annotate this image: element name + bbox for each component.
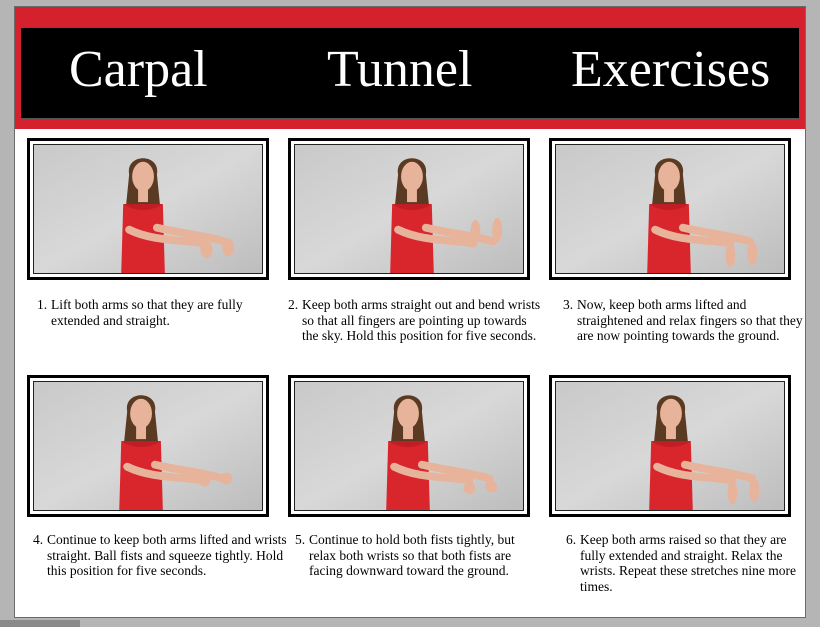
exercise-caption-6: 6. Keep both arms raised so that they are… [566,532,806,594]
photo-6 [555,381,785,511]
step-text: Continue to keep both arms lifted and wr… [47,532,287,578]
step-number: 5. [295,532,306,547]
exercise-caption-5: 5. Continue to hold both fists tightly, b… [295,532,545,579]
exercise-photo-1 [27,138,269,280]
step-number: 2. [288,297,299,312]
step-number: 6. [566,532,577,547]
exercise-photo-6 [549,375,791,517]
exercise-caption-2: 2. Keep both arms straight out and bend w… [288,297,542,344]
step-text: Now, keep both arms lifted and straighte… [577,297,803,343]
exercise-caption-3: 3. Now, keep both arms lifted and straigh… [563,297,805,344]
exercise-photo-2 [288,138,530,280]
step-text: Keep both arms raised so that they are f… [580,532,796,594]
exercise-caption-4: 4. Continue to keep both arms lifted and … [33,532,289,579]
photo-5 [294,381,524,511]
exercise-caption-1: 1. Lift both arms so that they are fully … [37,297,289,328]
title-bar: Carpal Tunnel Exercises [21,27,799,119]
photo-3 [555,144,785,274]
step-text: Lift both arms so that they are fully ex… [51,297,243,328]
title-word-carpal: Carpal [69,41,208,98]
step-text: Keep both arms straight out and bend wri… [302,297,541,343]
title-word-tunnel: Tunnel [327,41,473,98]
photo-4 [33,381,263,511]
exercise-photo-3 [549,138,791,280]
exercise-photo-4 [27,375,269,517]
step-number: 4. [33,532,44,547]
window-edge [0,620,80,627]
step-number: 3. [563,297,574,312]
title-word-exercises: Exercises [571,41,771,98]
photo-2 [294,144,524,274]
step-number: 1. [37,297,48,312]
photo-1 [33,144,263,274]
exercise-photo-5 [288,375,530,517]
exercise-sheet: Carpal Tunnel Exercises 1. Lift both arm… [14,6,806,618]
title-banner: Carpal Tunnel Exercises [15,7,805,129]
step-text: Continue to hold both fists tightly, but… [309,532,515,578]
